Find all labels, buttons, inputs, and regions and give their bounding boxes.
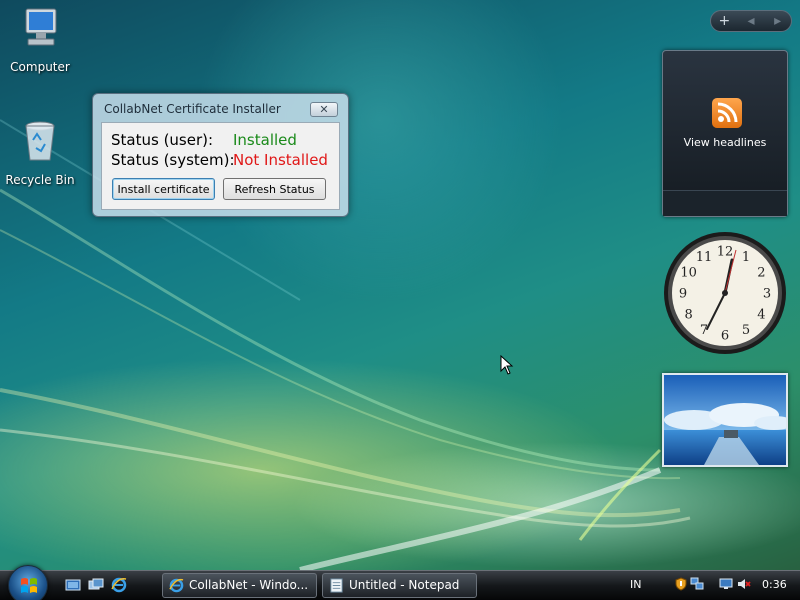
security-shield-icon[interactable] [674, 577, 688, 591]
close-button[interactable]: ✕ [310, 102, 338, 117]
computer-icon [25, 8, 57, 46]
status-system-value: Not Installed [233, 151, 328, 169]
clock-numeral: 6 [721, 329, 729, 344]
previous-page-button[interactable]: ◂ [738, 11, 765, 31]
status-system-label: Status (system): [111, 151, 235, 169]
window-client-area: Status (user): Installed Status (system)… [101, 122, 340, 210]
status-user-value: Installed [233, 131, 297, 149]
taskbar-item-notepad[interactable]: Untitled - Notepad [322, 573, 477, 598]
clock-numeral: 12 [717, 245, 734, 260]
desktop-icon-label: Recycle Bin [5, 173, 75, 187]
refresh-status-button[interactable]: Refresh Status [223, 178, 326, 200]
mouse-cursor [500, 355, 514, 375]
feed-gadget-footer [663, 190, 787, 216]
volume-muted-icon[interactable] [737, 577, 751, 591]
clock-numeral: 5 [742, 323, 750, 338]
internet-explorer-icon[interactable] [111, 577, 127, 593]
clock-numeral: 3 [763, 287, 771, 302]
view-headlines-link[interactable]: View headlines [663, 136, 787, 149]
install-certificate-button[interactable]: Install certificate [112, 178, 215, 200]
slideshow-gadget[interactable] [662, 373, 788, 467]
sidebar-controls: + ◂ ▸ [710, 10, 792, 32]
show-desktop-icon[interactable] [65, 577, 81, 593]
desktop-icon-label: Computer [10, 60, 70, 74]
add-gadget-button[interactable]: + [711, 11, 738, 31]
notepad-icon [330, 578, 343, 593]
clock-numeral: 7 [700, 323, 708, 338]
windows-logo-icon [21, 578, 37, 593]
status-user-label: Status (user): [111, 131, 214, 149]
window-title: CollabNet Certificate Installer [104, 102, 281, 116]
taskbar-item-collabnet[interactable]: CollabNet - Windo... [162, 573, 317, 598]
display-icon[interactable] [719, 577, 733, 591]
slideshow-image [664, 375, 786, 465]
clock-numeral: 8 [684, 308, 692, 323]
recycle-bin-icon [25, 121, 55, 161]
clock-numeral: 2 [757, 266, 765, 281]
system-clock[interactable]: 0:36 [762, 578, 787, 591]
clock-numeral: 11 [696, 250, 713, 265]
taskbar-item-label: CollabNet - Windo... [189, 578, 309, 592]
taskbar-item-label: Untitled - Notepad [349, 578, 460, 592]
status-user-row: Status (user): Installed [111, 131, 297, 149]
start-button[interactable] [8, 565, 48, 600]
rss-feed-icon [712, 98, 742, 128]
close-icon: ✕ [319, 103, 329, 116]
clock-numeral: 4 [757, 308, 765, 323]
next-page-button[interactable]: ▸ [764, 11, 791, 31]
clock-numeral: 10 [680, 266, 697, 281]
clock-numeral: 9 [679, 287, 687, 302]
certificate-installer-window: CollabNet Certificate Installer ✕ Status… [92, 93, 349, 217]
desktop-icon-computer[interactable]: Computer [0, 5, 80, 74]
switch-windows-icon[interactable] [88, 577, 104, 593]
feed-headlines-gadget[interactable]: View headlines [662, 50, 788, 217]
clock-numeral: 1 [742, 250, 750, 265]
network-icon[interactable] [690, 577, 704, 591]
internet-explorer-icon [169, 578, 184, 593]
status-system-row: Status (system): Not Installed [111, 151, 328, 169]
desktop-icon-recycle-bin[interactable]: Recycle Bin [0, 118, 80, 187]
language-indicator[interactable]: IN [630, 578, 641, 591]
clock-gadget[interactable]: 12 12 3 45678 9 1011 [662, 230, 788, 356]
